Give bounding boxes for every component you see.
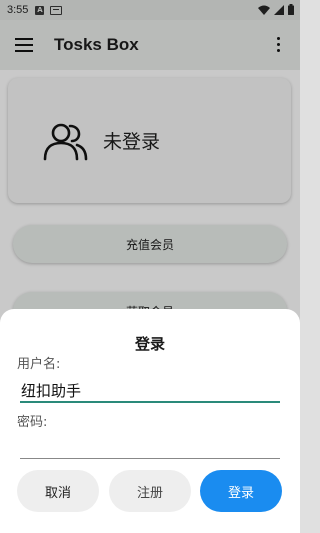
cancel-button[interactable]: 取消 xyxy=(17,470,99,512)
login-button[interactable]: 登录 xyxy=(200,470,282,512)
login-dialog: 登录 用户名: 纽扣助手 密码: 取消 注册 登录 xyxy=(0,309,300,533)
username-input[interactable]: 纽扣助手 xyxy=(21,380,81,401)
password-label: 密码: xyxy=(17,415,48,430)
password-underline xyxy=(20,458,280,459)
username-label: 用户名: xyxy=(17,357,61,372)
register-button[interactable]: 注册 xyxy=(109,470,191,512)
dialog-title: 登录 xyxy=(134,335,165,353)
username-underline xyxy=(20,401,280,403)
